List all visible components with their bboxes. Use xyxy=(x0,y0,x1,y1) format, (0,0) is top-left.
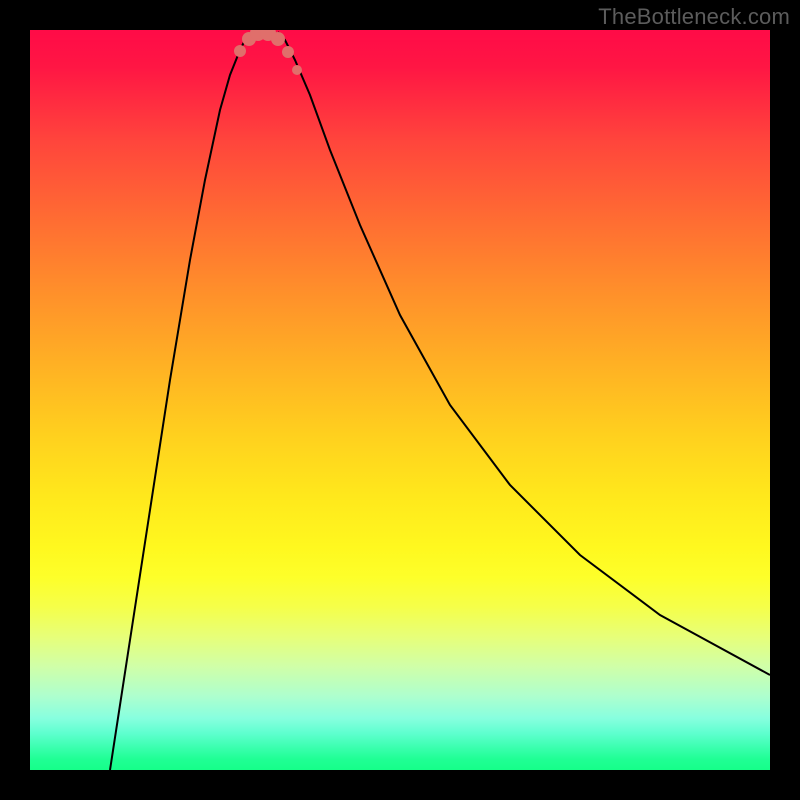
curve-left-branch xyxy=(110,32,252,770)
marker-dot xyxy=(271,32,285,46)
marker-dot xyxy=(234,45,246,57)
curve-right-branch xyxy=(278,32,770,675)
chart-svg xyxy=(30,30,770,770)
marker-dot xyxy=(282,46,294,58)
watermark-text: TheBottleneck.com xyxy=(598,4,790,30)
marker-group xyxy=(234,30,302,75)
chart-background xyxy=(30,30,770,770)
marker-dot xyxy=(292,65,302,75)
